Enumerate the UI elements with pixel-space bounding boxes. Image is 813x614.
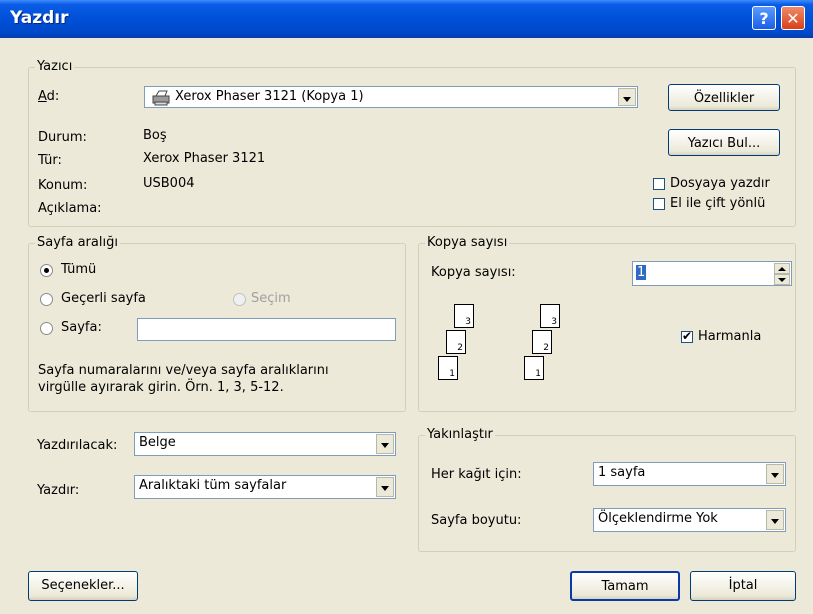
pages-per-sheet-label: Her kağıt için:: [431, 467, 522, 482]
print-value: Aralıktaki tüm sayfalar: [139, 478, 287, 493]
type-label: Tür:: [38, 153, 62, 168]
page-range-help-line1: Sayfa numaralarını ve/veya sayfa aralıkl…: [38, 363, 329, 378]
print-to-file-checkbox[interactable]: [653, 178, 665, 190]
scale-dropdown-button[interactable]: [766, 510, 784, 530]
comment-label: Açıklama:: [38, 201, 102, 216]
page-1-icon: 1: [524, 356, 544, 380]
printer-name-select[interactable]: Xerox Phaser 3121 (Kopya 1): [144, 86, 638, 108]
collate-illustration-icon: 3 2 1 3: [438, 300, 508, 392]
status-label: Durum:: [38, 130, 87, 145]
current-page-radio[interactable]: [40, 293, 53, 306]
ok-button[interactable]: Tamam: [570, 571, 680, 601]
title-bar[interactable]: Yazdır ? ✕: [0, 0, 813, 38]
pages-radio[interactable]: [40, 322, 53, 335]
print-what-dropdown-button[interactable]: [376, 434, 394, 454]
page-range-group-label: Sayfa aralığı: [35, 235, 120, 250]
print-to-file-label[interactable]: Dosyaya yazdır: [670, 176, 770, 191]
printer-icon: [150, 90, 170, 106]
zoom-group-label: Yakınlaştır: [425, 427, 495, 442]
page-3-icon: 3: [454, 304, 474, 328]
manual-duplex-label[interactable]: El ile çift yönlü: [670, 196, 765, 211]
collate-checkbox[interactable]: [681, 329, 693, 343]
copies-count-input[interactable]: 1: [632, 261, 792, 286]
location-label: Konum:: [38, 178, 88, 193]
copies-spin-up[interactable]: [774, 263, 790, 274]
manual-duplex-checkbox[interactable]: [653, 198, 665, 210]
pages-input[interactable]: [137, 318, 396, 341]
zoom-group: Yakınlaştır: [418, 427, 796, 552]
pages-label[interactable]: Sayfa:: [61, 320, 102, 335]
window-title: Yazdır: [10, 8, 69, 28]
all-pages-label[interactable]: Tümü: [61, 262, 96, 277]
copies-count-label: Kopya sayısı:: [431, 265, 516, 280]
page-1-icon: 1: [438, 356, 458, 380]
cancel-button[interactable]: İptal: [690, 571, 796, 601]
scale-value: Ölçeklendirme Yok: [598, 511, 718, 526]
page-2-icon: 2: [532, 330, 552, 354]
all-pages-radio[interactable]: [40, 264, 53, 277]
options-button[interactable]: Seçenekler...: [28, 571, 138, 601]
scale-label: Sayfa boyutu:: [431, 513, 522, 528]
properties-button[interactable]: Özellikler: [668, 84, 780, 111]
help-button[interactable]: ?: [752, 6, 776, 30]
selection-radio[interactable]: [233, 293, 246, 306]
page-2-icon: 2: [446, 330, 466, 354]
print-what-value: Belge: [139, 435, 176, 450]
copies-group-label: Kopya sayısı: [425, 235, 510, 250]
close-button[interactable]: ✕: [781, 6, 805, 30]
collate-illustration-2-icon: 3 2 1: [524, 300, 594, 392]
print-label: Yazdır:: [37, 483, 80, 498]
current-page-label[interactable]: Geçerli sayfa: [61, 291, 146, 306]
pages-per-sheet-value: 1 sayfa: [598, 465, 646, 480]
printer-name-dropdown-button[interactable]: [618, 88, 636, 106]
print-dropdown-button[interactable]: [376, 477, 394, 497]
print-dialog: Yazdır ? ✕ Yazıcı Ad: Xerox Phaser 3121 …: [0, 0, 813, 614]
location-value: USB004: [143, 176, 195, 191]
pages-per-sheet-select[interactable]: 1 sayfa: [593, 462, 786, 486]
selection-label[interactable]: Seçim: [251, 291, 291, 306]
collate-label[interactable]: Harmanla: [698, 329, 761, 344]
scale-select[interactable]: Ölçeklendirme Yok: [593, 508, 786, 532]
copies-spin-down[interactable]: [774, 274, 790, 285]
printer-name-value: Xerox Phaser 3121 (Kopya 1): [175, 89, 364, 104]
print-what-label: Yazdırılacak:: [37, 438, 118, 453]
find-printer-button[interactable]: Yazıcı Bul...: [668, 129, 780, 156]
print-what-select[interactable]: Belge: [134, 432, 396, 456]
print-select[interactable]: Aralıktaki tüm sayfalar: [134, 475, 396, 499]
page-range-help-line2: virgülle ayırarak girin. Örn. 1, 3, 5-12…: [38, 380, 284, 395]
printer-name-label: Ad:: [38, 89, 60, 104]
status-value: Boş: [143, 128, 167, 143]
copies-count-value: 1: [636, 265, 647, 280]
printer-group-label: Yazıcı: [35, 59, 75, 74]
type-value: Xerox Phaser 3121: [143, 151, 266, 166]
page-3-icon: 3: [540, 304, 560, 328]
pages-per-sheet-dropdown-button[interactable]: [766, 464, 784, 484]
